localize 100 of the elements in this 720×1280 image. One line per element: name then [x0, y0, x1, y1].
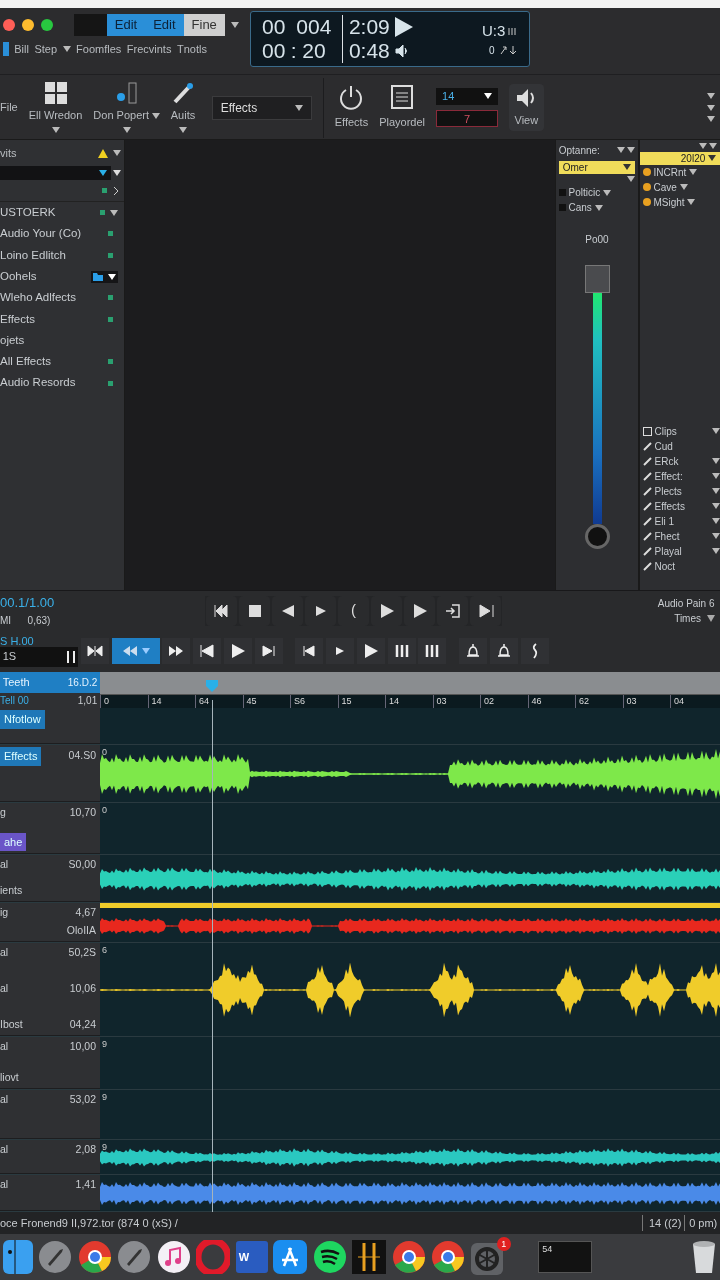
letter-a-icon[interactable]: [273, 1240, 308, 1274]
tool-label[interactable]: File: [0, 99, 18, 116]
browser-icon[interactable]: [77, 1240, 112, 1274]
document-icon[interactable]: W: [235, 1241, 268, 1273]
caret-icon[interactable]: [712, 503, 720, 509]
browser-icon[interactable]: [391, 1240, 426, 1274]
list-item[interactable]: Audio Your (Co): [0, 223, 124, 245]
track-tag[interactable]: Effects: [0, 747, 42, 766]
rocket-icon[interactable]: [38, 1240, 73, 1274]
browser-icon[interactable]: [431, 1240, 466, 1274]
menu-item[interactable]: Step: [34, 41, 58, 58]
dot-icon[interactable]: [115, 82, 138, 105]
view-button[interactable]: View: [509, 84, 544, 131]
preset-dropdown[interactable]: 20l20: [640, 151, 720, 165]
trash-icon[interactable]: [691, 1240, 718, 1274]
toolbar-button[interactable]: [295, 638, 324, 664]
channel-dropdown[interactable]: Omer: [558, 160, 636, 174]
track-header[interactable]: Teeth 16.D.2: [0, 672, 100, 693]
rocket-icon[interactable]: [117, 1240, 152, 1274]
arrows-icon[interactable]: [500, 45, 518, 55]
effects-button[interactable]: Effects: [334, 84, 369, 131]
tool-item[interactable]: Effects: [642, 498, 720, 514]
menu-item[interactable]: Bill: [14, 41, 29, 58]
toolbar-button[interactable]: [162, 638, 191, 664]
toolbar-button[interactable]: [223, 638, 252, 664]
caret-icon[interactable]: [712, 488, 720, 494]
music-note-icon[interactable]: [156, 1240, 191, 1274]
caret-icon[interactable]: [113, 150, 122, 156]
terminal-window[interactable]: 54: [538, 1241, 593, 1273]
tool-item[interactable]: Fhect: [642, 528, 720, 544]
tool-item[interactable]: Playal: [642, 543, 720, 559]
list-item[interactable]: USTOERK: [0, 202, 124, 224]
transport-button[interactable]: (: [338, 595, 369, 626]
tool-item[interactable]: Cud: [642, 438, 720, 454]
search-field[interactable]: [0, 166, 111, 180]
toolbar-button[interactable]: [80, 638, 109, 664]
toolbar-button[interactable]: [489, 638, 518, 664]
bars-icon[interactable]: [352, 1240, 387, 1274]
effects-dropdown[interactable]: Effects: [211, 95, 312, 120]
segment-tab[interactable]: Edit: [106, 13, 146, 36]
tool-item[interactable]: ERck: [642, 453, 720, 469]
toolbar-button[interactable]: [520, 638, 549, 664]
caret-icon[interactable]: [62, 46, 71, 53]
number-field[interactable]: 7: [436, 110, 498, 128]
track-tag[interactable]: ahe: [0, 832, 27, 851]
fader-handle[interactable]: [584, 264, 610, 293]
caret-icon[interactable]: [712, 518, 720, 524]
list-item[interactable]: Loino Edlitch: [0, 244, 124, 266]
playlist-button[interactable]: Playordel: [379, 84, 425, 131]
toolbar-button[interactable]: [387, 638, 416, 664]
knob[interactable]: [584, 524, 610, 549]
time-field[interactable]: 1S: [0, 646, 78, 667]
caret-icon[interactable]: [712, 428, 720, 434]
toolbar-button[interactable]: [326, 638, 354, 664]
caret-icon[interactable]: [484, 93, 492, 100]
menu-item[interactable]: Times: [674, 610, 701, 626]
caret-icon[interactable]: [151, 112, 160, 119]
toolbar-button[interactable]: [193, 638, 221, 664]
toolbar-button[interactable]: [418, 638, 447, 664]
app-tile[interactable]: 1: [470, 1237, 511, 1277]
caret-icon[interactable]: [712, 473, 720, 479]
track-tag[interactable]: Nfotlow: [0, 710, 45, 729]
play-icon[interactable]: [395, 16, 414, 37]
list-item[interactable]: Wleho Adlfects: [0, 287, 124, 309]
speaker-icon[interactable]: [395, 43, 410, 58]
caret-icon[interactable]: [179, 126, 187, 133]
toolbar-button[interactable]: [459, 638, 487, 664]
caret-icon[interactable]: [108, 273, 116, 280]
pencil-icon[interactable]: [172, 82, 194, 105]
caret-icon[interactable]: [712, 458, 720, 464]
caret-icon[interactable]: [122, 126, 131, 133]
pause-icon[interactable]: [67, 650, 76, 663]
segment-tab[interactable]: Fine: [183, 13, 225, 36]
toolbar-button[interactable]: [254, 638, 283, 664]
tool-item[interactable]: Plects: [642, 483, 720, 499]
face-icon[interactable]: [2, 1240, 33, 1274]
list-item[interactable]: Oohels: [0, 265, 124, 288]
toolbar-button[interactable]: [356, 638, 385, 664]
window-control-button[interactable]: [21, 18, 34, 31]
window-control-button[interactable]: [2, 18, 15, 31]
segment-tab[interactable]: Edit: [145, 13, 184, 36]
list-item[interactable]: Audio Resords: [0, 372, 124, 394]
number-field[interactable]: 14: [436, 87, 498, 105]
tool-item[interactable]: Clips: [642, 423, 720, 439]
grid-icon[interactable]: [44, 82, 67, 105]
tool-item[interactable]: Effect:: [642, 468, 720, 484]
tool-item[interactable]: Noct: [642, 558, 720, 574]
caret-icon[interactable]: [51, 126, 60, 133]
list-item[interactable]: ojets: [0, 329, 124, 352]
caret-icon[interactable]: [110, 209, 118, 216]
caret-icon[interactable]: [712, 548, 720, 554]
caret-icon[interactable]: [294, 104, 303, 111]
chevron-right-icon[interactable]: [112, 186, 119, 195]
tool-label[interactable]: Auits: [170, 107, 196, 124]
caret-icon[interactable]: [230, 21, 239, 28]
list-item[interactable]: All Effects: [0, 351, 124, 373]
tool-label[interactable]: Ell Wredon: [28, 107, 83, 124]
sound-waves-icon[interactable]: [312, 1240, 347, 1274]
list-item[interactable]: Effects: [0, 308, 124, 330]
filter-icon[interactable]: [706, 614, 715, 622]
